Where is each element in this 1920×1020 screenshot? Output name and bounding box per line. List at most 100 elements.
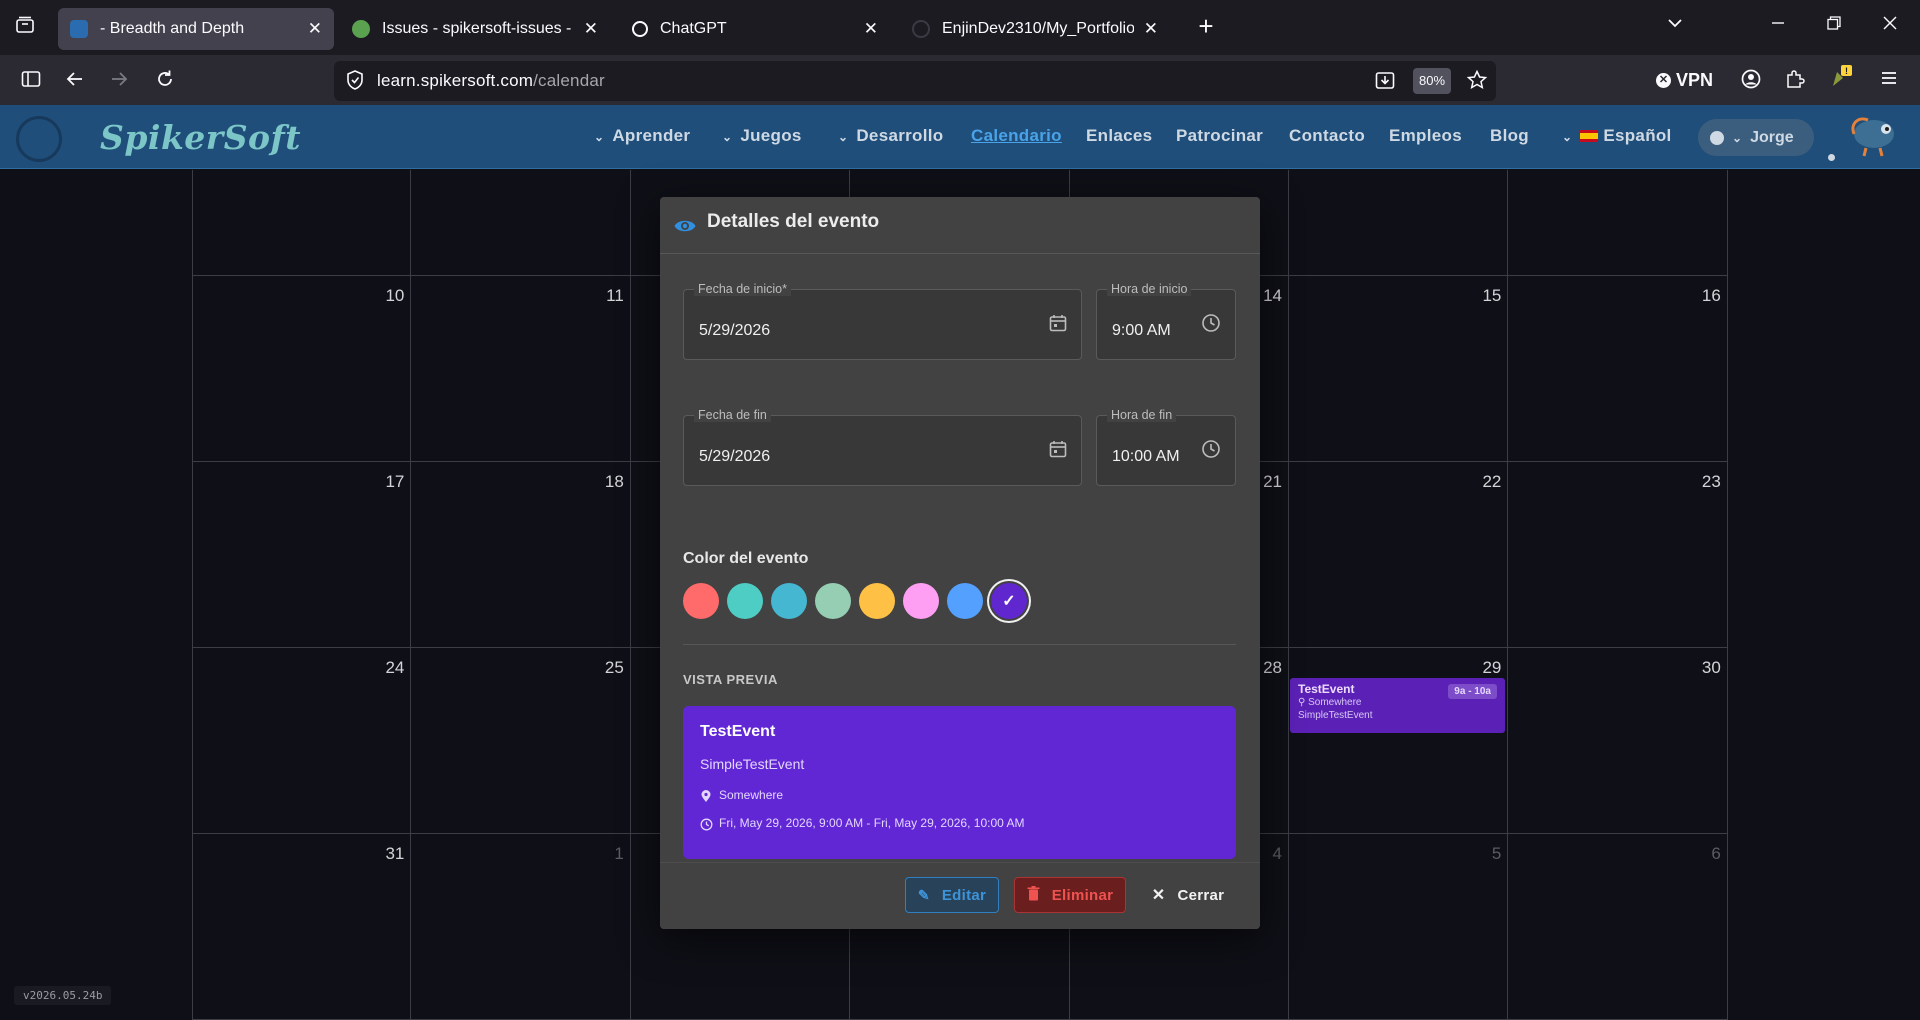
calendar-day-cell[interactable]: 31 [192, 834, 412, 1020]
nav-enlaces[interactable]: Enlaces [1086, 126, 1152, 146]
color-swatch[interactable]: ✓ [991, 583, 1027, 619]
tab-list-icon[interactable] [12, 14, 38, 40]
calendar-day-cell[interactable]: 6 [1508, 834, 1728, 1020]
vpn-status-icon: ✕ [1656, 72, 1671, 88]
new-tab-button[interactable]: + [1192, 12, 1220, 40]
calendar-day-number: 5 [1491, 844, 1502, 863]
nav-desarrollo[interactable]: ⌄ Desarrollo [838, 126, 943, 146]
event-details-dialog: Detalles del evento Fecha de inicio* 5/2… [660, 197, 1260, 929]
calendar-icon[interactable] [1048, 313, 1070, 335]
vpn-button[interactable]: ✕ VPN [1656, 68, 1713, 92]
chevron-down-icon: ⌄ [1562, 130, 1573, 144]
extensions-puzzle-icon[interactable] [1782, 68, 1808, 96]
shield-icon[interactable] [343, 69, 367, 97]
calendar-icon[interactable] [1048, 439, 1070, 461]
calendar-day-cell[interactable] [192, 170, 412, 276]
start-time-label: Hora de inicio [1107, 282, 1192, 296]
calendar-day-cell[interactable]: 1 [411, 834, 631, 1020]
tab-title: EnjinDev2310/My_Portfolio [942, 20, 1134, 37]
calendar-day-cell[interactable]: 24 [192, 648, 412, 834]
event-chip-description: SimpleTestEvent [1298, 710, 1373, 721]
calendar-day-cell[interactable]: 23 [1508, 462, 1728, 648]
end-date-field[interactable]: Fecha de fin 5/29/2026 [683, 408, 1082, 486]
language-selector[interactable]: ⌄ Español [1562, 126, 1672, 146]
user-menu-button[interactable]: ⌄ Jorge [1698, 119, 1814, 156]
chevron-down-icon: ⌄ [838, 130, 849, 144]
nav-patrocinar[interactable]: Patrocinar [1176, 126, 1263, 146]
calendar-day-cell[interactable]: 16 [1508, 276, 1728, 462]
zoom-level-badge[interactable]: 80% [1413, 68, 1451, 94]
sidebar-toggle-icon[interactable] [18, 68, 44, 96]
close-tab-icon[interactable]: ✕ [584, 19, 598, 39]
color-swatch[interactable] [727, 583, 763, 619]
download-icon[interactable] [1372, 69, 1398, 97]
tab-overflow-chevron-icon[interactable] [1662, 14, 1688, 38]
calendar-day-cell[interactable] [411, 170, 631, 276]
calendar-event-chip[interactable]: TestEvent 9a - 10a ⚲ Somewhere SimpleTes… [1290, 678, 1505, 733]
calendar-day-cell[interactable]: 15 [1289, 276, 1509, 462]
reload-icon[interactable] [152, 68, 178, 96]
event-chip-time: 9a - 10a [1448, 684, 1497, 699]
nav-calendario[interactable]: Calendario [971, 126, 1062, 146]
calendar-day-cell[interactable]: 10 [192, 276, 412, 462]
chameleon-mascot-icon[interactable] [1846, 112, 1900, 158]
calendar-day-cell[interactable]: 29 [1289, 648, 1509, 834]
calendar-day-cell[interactable]: 17 [192, 462, 412, 648]
color-swatch[interactable] [903, 583, 939, 619]
checkmark-icon: ✓ [1002, 593, 1016, 610]
clock-icon[interactable] [1201, 439, 1223, 461]
close-icon: ✕ [1151, 887, 1166, 904]
account-icon[interactable] [1738, 68, 1764, 96]
calendar-day-cell[interactable]: 25 [411, 648, 631, 834]
calendar-day-cell[interactable] [1289, 170, 1509, 276]
url-text[interactable]: learn.spikersoft.com/calendar [377, 71, 605, 91]
start-date-field[interactable]: Fecha de inicio* 5/29/2026 [683, 282, 1082, 360]
color-swatch[interactable] [947, 583, 983, 619]
delete-button[interactable]: Eliminar [1014, 877, 1126, 913]
calendar-day-cell[interactable]: 30 [1508, 648, 1728, 834]
back-arrow-icon[interactable] [62, 68, 88, 96]
close-window-icon[interactable] [1878, 14, 1902, 37]
close-tab-icon[interactable]: ✕ [308, 19, 322, 39]
forward-arrow-icon[interactable] [106, 68, 132, 96]
calendar-day-number: 31 [385, 844, 405, 863]
site-logo[interactable]: SpikerSoft [100, 118, 301, 157]
vpn-label: VPN [1676, 69, 1714, 90]
dialog-header: Detalles del evento [660, 197, 1260, 254]
calendar-day-cell[interactable]: 11 [411, 276, 631, 462]
calendar-day-cell[interactable]: 18 [411, 462, 631, 648]
site-logo-ring-icon[interactable] [16, 116, 62, 162]
color-swatch[interactable] [859, 583, 895, 619]
nav-aprender[interactable]: ⌄ Aprender [594, 126, 690, 146]
color-swatch[interactable] [683, 583, 719, 619]
tab-my-portfolio[interactable]: EnjinDev2310/My_Portfolio ✕ [900, 8, 1170, 50]
tab-title: Issues - spikersoft-issues - Gitea [382, 20, 574, 37]
nav-juegos[interactable]: ⌄ Juegos [722, 126, 802, 146]
close-tab-icon[interactable]: ✕ [864, 19, 878, 39]
minimize-window-icon[interactable] [1766, 14, 1790, 37]
close-tab-icon[interactable]: ✕ [1144, 19, 1158, 39]
nav-empleos[interactable]: Empleos [1389, 126, 1462, 146]
calendar-day-number: 25 [604, 658, 624, 677]
edit-button[interactable]: ✎ Editar [905, 877, 999, 913]
close-button[interactable]: ✕ Cerrar [1138, 877, 1238, 913]
hamburger-menu-icon[interactable] [1876, 68, 1902, 94]
clock-icon[interactable] [1201, 313, 1223, 335]
extension-warning-icon[interactable]: ! [1826, 64, 1854, 96]
restore-window-icon[interactable] [1822, 14, 1846, 37]
tab-chatgpt[interactable]: ChatGPT ✕ [620, 8, 890, 50]
calendar-day-cell[interactable]: 22 [1289, 462, 1509, 648]
calendar-day-number: 15 [1482, 286, 1502, 305]
nav-contacto[interactable]: Contacto [1289, 126, 1365, 146]
end-time-field[interactable]: Hora de fin 10:00 AM [1096, 408, 1236, 486]
tab-gitea-issues[interactable]: Issues - spikersoft-issues - Gitea ✕ [340, 8, 610, 50]
start-time-field[interactable]: Hora de inicio 9:00 AM [1096, 282, 1236, 360]
color-swatch[interactable] [771, 583, 807, 619]
chatgpt-favicon-icon [632, 21, 648, 37]
tab-breadth-and-depth[interactable]: - Breadth and Depth ✕ [58, 8, 334, 50]
bookmark-star-icon[interactable] [1464, 69, 1490, 97]
calendar-day-cell[interactable]: 5 [1289, 834, 1509, 1020]
nav-blog[interactable]: Blog [1490, 126, 1529, 146]
color-swatch[interactable] [815, 583, 851, 619]
calendar-day-cell[interactable] [1508, 170, 1728, 276]
